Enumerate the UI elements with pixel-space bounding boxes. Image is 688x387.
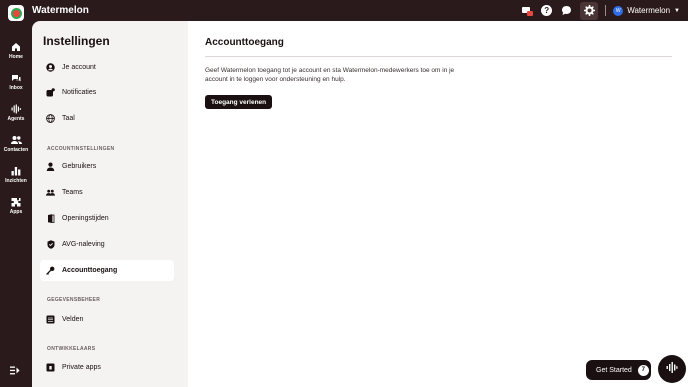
top-actions: ? W Watermelon ▼ xyxy=(520,1,680,20)
settings-sidebar: Instellingen Je account Notificaties Taa… xyxy=(32,21,188,387)
inbox-icon xyxy=(10,72,22,84)
menu-item-notifications[interactable]: Notificaties xyxy=(40,82,174,103)
menu-item-gdpr[interactable]: AVG-naleving xyxy=(40,234,174,255)
audio-wave-icon xyxy=(666,360,678,378)
flag-notification-icon[interactable] xyxy=(520,4,534,18)
rail-label: Apps xyxy=(9,209,23,215)
rail-label: Contacten xyxy=(3,147,29,153)
rail-label: Inbox xyxy=(9,85,23,91)
rail-label: Home xyxy=(9,54,23,60)
rail-item-contacts[interactable]: Contacten xyxy=(0,134,32,153)
home-icon xyxy=(10,41,22,53)
menu-item-label: Velden xyxy=(62,316,84,323)
user-icon xyxy=(46,162,55,171)
contacts-icon xyxy=(10,134,22,146)
menu-item-label: Teams xyxy=(62,189,83,196)
globe-icon xyxy=(46,114,55,123)
left-nav-rail: Home Inbox Agents Contacten Inzichten Ap… xyxy=(0,21,32,387)
get-started-count-badge: 7 xyxy=(637,364,649,376)
apps-icon xyxy=(10,196,22,208)
rail-item-agents[interactable]: Agents xyxy=(0,103,32,122)
section-label-developers: ONTWIKKELAARS xyxy=(47,346,96,352)
main-content: Accounttoegang Geef Watermelon toegang t… xyxy=(188,21,688,387)
key-icon xyxy=(46,266,55,275)
section-label-data-management: GEGEVENSBEHEER xyxy=(47,297,101,303)
account-name: Watermelon xyxy=(627,6,671,15)
rail-label: Inzichten xyxy=(5,178,27,184)
expand-sidebar-icon[interactable] xyxy=(10,366,20,377)
rail-item-insights[interactable]: Inzichten xyxy=(0,165,32,184)
menu-item-label: Private apps xyxy=(62,364,101,371)
settings-gear-icon[interactable] xyxy=(580,1,599,20)
get-started-label: Get Started xyxy=(596,366,632,374)
chat-icon[interactable] xyxy=(559,4,573,18)
title-divider xyxy=(205,56,672,57)
menu-item-account-access[interactable]: Accounttoegang xyxy=(40,260,174,281)
watermelon-logo[interactable] xyxy=(8,5,24,21)
private-apps-icon xyxy=(46,363,55,372)
menu-item-label: Accounttoegang xyxy=(62,267,118,274)
team-icon xyxy=(46,188,55,197)
menu-item-teams[interactable]: Teams xyxy=(40,182,174,203)
menu-item-label: Gebruikers xyxy=(62,163,97,170)
settings-title: Instellingen xyxy=(43,34,110,48)
account-switcher[interactable]: W Watermelon ▼ xyxy=(613,5,680,16)
menu-item-label: Openingstijden xyxy=(62,215,109,222)
menu-item-fields[interactable]: Velden xyxy=(40,309,174,330)
rail-item-apps[interactable]: Apps xyxy=(0,196,32,215)
bell-icon xyxy=(46,88,55,97)
menu-item-language[interactable]: Taal xyxy=(40,108,174,129)
chevron-down-icon: ▼ xyxy=(674,7,680,14)
menu-item-opening-hours[interactable]: Openingstijden xyxy=(40,208,174,229)
get-started-button[interactable]: Get Started 7 xyxy=(586,360,651,380)
voice-assistant-button[interactable] xyxy=(658,355,686,383)
menu-item-your-account[interactable]: Je account xyxy=(40,57,174,78)
rail-item-inbox[interactable]: Inbox xyxy=(0,72,32,91)
page-title: Accounttoegang xyxy=(205,37,284,48)
insights-icon xyxy=(10,165,22,177)
menu-item-private-apps[interactable]: Private apps xyxy=(40,357,174,378)
section-label-account-settings: ACCOUNTINSTELLINGEN xyxy=(47,146,115,152)
fields-icon xyxy=(46,315,55,324)
account-avatar: W xyxy=(613,5,624,16)
menu-item-label: AVG-naleving xyxy=(62,241,105,248)
shield-icon xyxy=(46,240,55,249)
menu-item-label: Notificaties xyxy=(62,89,97,96)
door-icon xyxy=(46,214,55,223)
grant-access-button[interactable]: Toegang verlenen xyxy=(205,95,273,109)
menu-item-label: Taal xyxy=(62,115,75,122)
rail-item-home[interactable]: Home xyxy=(0,41,32,60)
agents-icon xyxy=(10,103,22,115)
menu-item-users[interactable]: Gebruikers xyxy=(40,156,174,177)
top-bar: Watermelon ? W Watermelon ▼ xyxy=(0,0,688,21)
page-description: Geef Watermelon toegang tot je account e… xyxy=(205,67,455,83)
menu-item-label: Je account xyxy=(62,64,96,71)
user-circle-icon xyxy=(46,63,55,72)
help-icon[interactable]: ? xyxy=(541,5,553,16)
app-title: Watermelon xyxy=(32,5,89,16)
rail-label: Agents xyxy=(7,116,25,122)
top-separator xyxy=(605,5,607,16)
